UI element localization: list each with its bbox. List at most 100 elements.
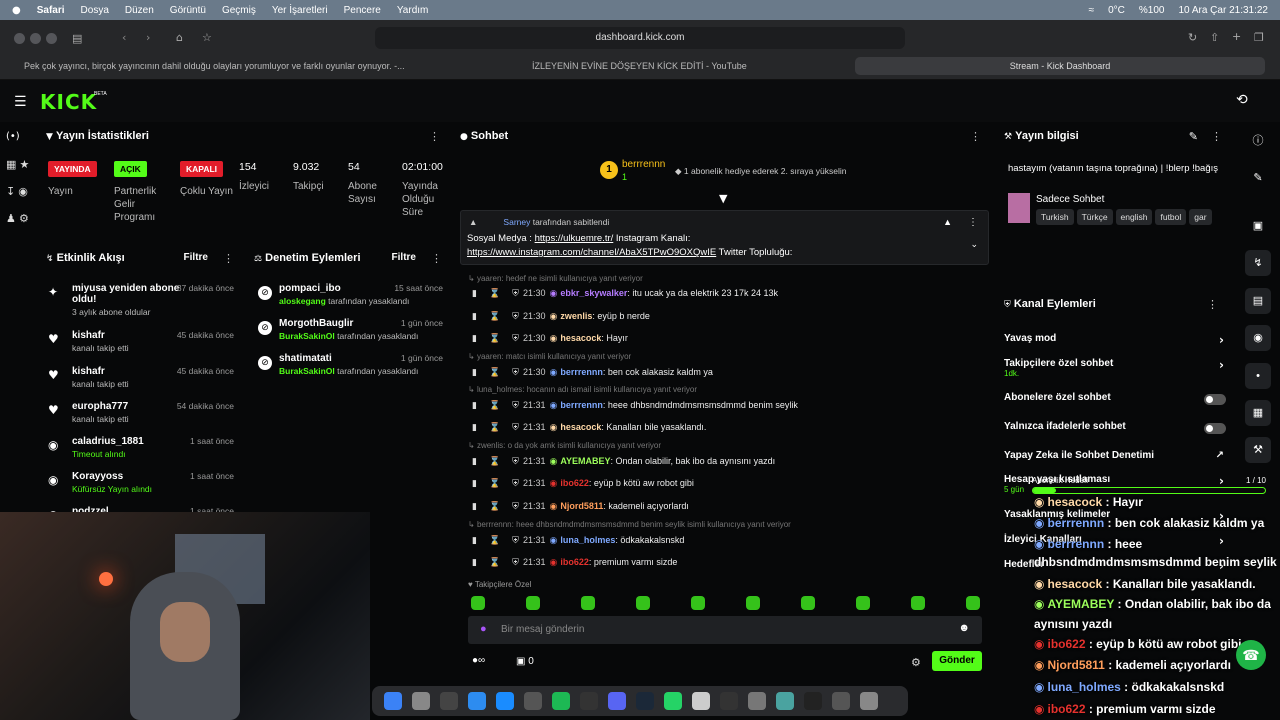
message-username[interactable]: ebkr_skywalker — [560, 288, 627, 298]
emote-icon[interactable] — [526, 596, 540, 610]
pinned-link-site[interactable]: https://ulkuemre.tr/ — [535, 233, 614, 244]
chat-message[interactable]: ▮ ⌛ ⛨ 21:31 ◉ hesacock: Kanalları bile yasakl… — [472, 422, 972, 433]
shield-mod-icon[interactable]: ⛨ — [512, 368, 519, 378]
activity-item[interactable]: ✦ miyusa yeniden abone oldu! 3 aylık abone… — [44, 283, 234, 317]
delete-message-icon[interactable]: ▮ — [472, 289, 477, 299]
chat-message[interactable]: ▮ ⌛ ⛨ 21:31 ◉ luna_holmes: ödkakakalsnskd — [472, 535, 972, 546]
chevron-right-icon[interactable]: › — [1219, 358, 1224, 372]
delete-message-icon[interactable]: ▮ — [472, 457, 477, 467]
message-username[interactable]: luna_holmes — [560, 535, 615, 545]
stream-info-menu-icon[interactable]: ⋮ — [1211, 130, 1222, 143]
broadcast-nav-icon[interactable]: (•) — [6, 131, 20, 158]
emote-icon[interactable] — [636, 596, 650, 610]
emote-icon[interactable] — [966, 596, 980, 610]
moderator-name[interactable]: BurakSakinOl — [279, 366, 335, 376]
moderation-filter-button[interactable]: Filtre — [392, 252, 416, 263]
window-zoom-button[interactable] — [46, 33, 57, 44]
dock-app-icon[interactable] — [748, 692, 766, 710]
timeout-icon[interactable]: ⌛ — [489, 502, 500, 512]
dock-app-icon[interactable] — [412, 692, 430, 710]
menu-dosya[interactable]: Dosya — [81, 5, 109, 16]
delete-message-icon[interactable]: ▮ — [472, 401, 477, 411]
activity-item[interactable]: ♥ kishafr kanalı takip etti 45 dakika önce — [44, 366, 234, 389]
shield-mod-icon[interactable]: ⛨ — [512, 479, 519, 489]
moderation-menu-icon[interactable]: ⋮ — [431, 252, 442, 265]
menu-yardim[interactable]: Yardım — [397, 5, 429, 16]
channel-action-4[interactable]: Yapay Zeka ile Sohbet Denetimi ↗ — [1004, 450, 1226, 461]
timeout-icon[interactable]: ⌛ — [489, 423, 500, 433]
downloads-icon[interactable]: ↻ — [1188, 31, 1197, 44]
pinned-menu-icon[interactable]: ⋮ — [968, 217, 978, 228]
shield-mod-icon[interactable]: ⛨ — [512, 457, 519, 467]
message-username[interactable]: ibo622 — [560, 557, 589, 567]
menu-yer-isaretleri[interactable]: Yer İşaretleri — [272, 5, 328, 16]
edit-icon[interactable]: ✎ — [1189, 130, 1198, 143]
moderator-name[interactable]: aloskegang — [279, 296, 326, 306]
unpin-icon[interactable]: ▲ — [943, 217, 952, 227]
hamburger-menu-icon[interactable]: ☰ — [14, 94, 27, 110]
external-link-icon[interactable]: ↗ — [1216, 450, 1224, 461]
message-username[interactable]: hesacock — [560, 333, 601, 343]
pencil-icon[interactable]: ✎ — [1245, 165, 1271, 191]
document-icon[interactable]: ▤ — [1245, 288, 1271, 314]
menu-pencere[interactable]: Pencere — [344, 5, 381, 16]
activity-item[interactable]: ♥ kishafr kanalı takip etti 45 dakika önce — [44, 330, 234, 353]
stats-menu-icon[interactable]: ⋮ — [429, 130, 440, 143]
activity-item[interactable]: ◉ caladrius_1881 Timeout alındı 1 saat önce — [44, 436, 234, 459]
printer-icon[interactable]: ▦ — [1245, 400, 1271, 426]
activity-item[interactable]: ◉ Korayyoss Küfürsüz Yayın alındı 1 saat ön… — [44, 471, 234, 494]
shield-mod-icon[interactable]: ⛨ — [512, 558, 519, 568]
window-close-button[interactable] — [14, 33, 25, 44]
activity-item[interactable]: ♥ europha777 kanalı takip etti 54 dakika ön… — [44, 401, 234, 424]
emote-icon[interactable] — [911, 596, 925, 610]
gift-prompt[interactable]: ◆ 1 abonelik hediye ederek 2. sıraya yük… — [675, 166, 846, 177]
channel-action-0[interactable]: Yavaş mod › — [1004, 333, 1226, 347]
camera-nav-icon[interactable]: ◉ — [18, 185, 28, 212]
emote-icon[interactable] — [581, 596, 595, 610]
delete-message-icon[interactable]: ▮ — [472, 536, 477, 546]
shield-mod-icon[interactable]: ⛨ — [512, 334, 519, 344]
tag-turkish[interactable]: Turkish — [1036, 209, 1074, 225]
tag-gar[interactable]: gar — [1189, 209, 1212, 225]
toggle-switch[interactable] — [1204, 394, 1226, 405]
apple-icon[interactable]: ● — [12, 5, 21, 16]
trophy-nav-icon[interactable]: ★ — [19, 158, 29, 185]
tab-overview-icon[interactable]: ❐ — [1254, 31, 1264, 44]
toggle-switch[interactable] — [1204, 423, 1226, 434]
shield-mod-icon[interactable]: ⛨ — [512, 401, 519, 411]
send-button[interactable]: Gönder — [932, 651, 982, 671]
chat-message[interactable]: ▮ ⌛ ⛨ 21:30 ◉ berrrennn: ben cok alakasiz kal… — [472, 367, 972, 378]
message-username[interactable]: Njord5811 — [560, 501, 603, 511]
menu-duzen[interactable]: Düzen — [125, 5, 154, 16]
back-icon[interactable]: ‹ — [122, 31, 126, 44]
dashboard-nav-icon[interactable]: ▦ — [6, 158, 16, 185]
chat-settings-icon[interactable]: ⚙ — [911, 656, 921, 669]
kick-logo[interactable]: KICK — [40, 90, 97, 114]
emote-icon[interactable] — [471, 596, 485, 610]
star-icon[interactable]: ☆ — [202, 31, 212, 44]
emoji-icon[interactable]: ☻ — [958, 622, 970, 634]
tool-icon[interactable]: ⚒ — [1245, 437, 1271, 463]
message-username[interactable]: AYEMABEY — [560, 456, 610, 466]
pinned-link-instagram[interactable]: https://www.instagram.com/channel/AbaX5T… — [467, 247, 716, 258]
tag-futbol[interactable]: futbol — [1155, 209, 1187, 225]
chat-menu-icon[interactable]: ⋮ — [970, 130, 981, 143]
chat-message[interactable]: ▮ ⌛ ⛨ 21:31 ◉ AYEMABEY: Ondan olabilir, bak i… — [472, 456, 972, 467]
emote-icon[interactable] — [856, 596, 870, 610]
category-thumbnail[interactable] — [1008, 193, 1030, 223]
window-minimize-button[interactable] — [30, 33, 41, 44]
dock-app-icon[interactable] — [608, 692, 626, 710]
moderation-item[interactable]: ⊘ pompaci_ibo aloskegang tarafından yasakl… — [258, 283, 443, 306]
users-nav-icon[interactable]: ♟ — [6, 212, 16, 239]
chat-message[interactable]: ▮ ⌛ ⛨ 21:31 ◉ ibo622: premium varmı sizde — [472, 557, 972, 568]
timeout-icon[interactable]: ⌛ — [489, 457, 500, 467]
moderator-name[interactable]: BurakSakinOl — [279, 331, 335, 341]
message-username[interactable]: hesacock — [560, 422, 601, 432]
clock-label[interactable]: 10 Ara Çar 21:31:22 — [1178, 5, 1268, 16]
chat-input-box[interactable]: ● Bir mesaj gönderin ☻ — [468, 616, 982, 644]
capture-icon[interactable]: ▣ — [1245, 213, 1271, 239]
dock-app-icon[interactable] — [720, 692, 738, 710]
timeout-icon[interactable]: ⌛ — [489, 289, 500, 299]
new-tab-icon[interactable]: + — [1232, 30, 1241, 43]
menu-gecmis[interactable]: Geçmiş — [222, 5, 256, 16]
